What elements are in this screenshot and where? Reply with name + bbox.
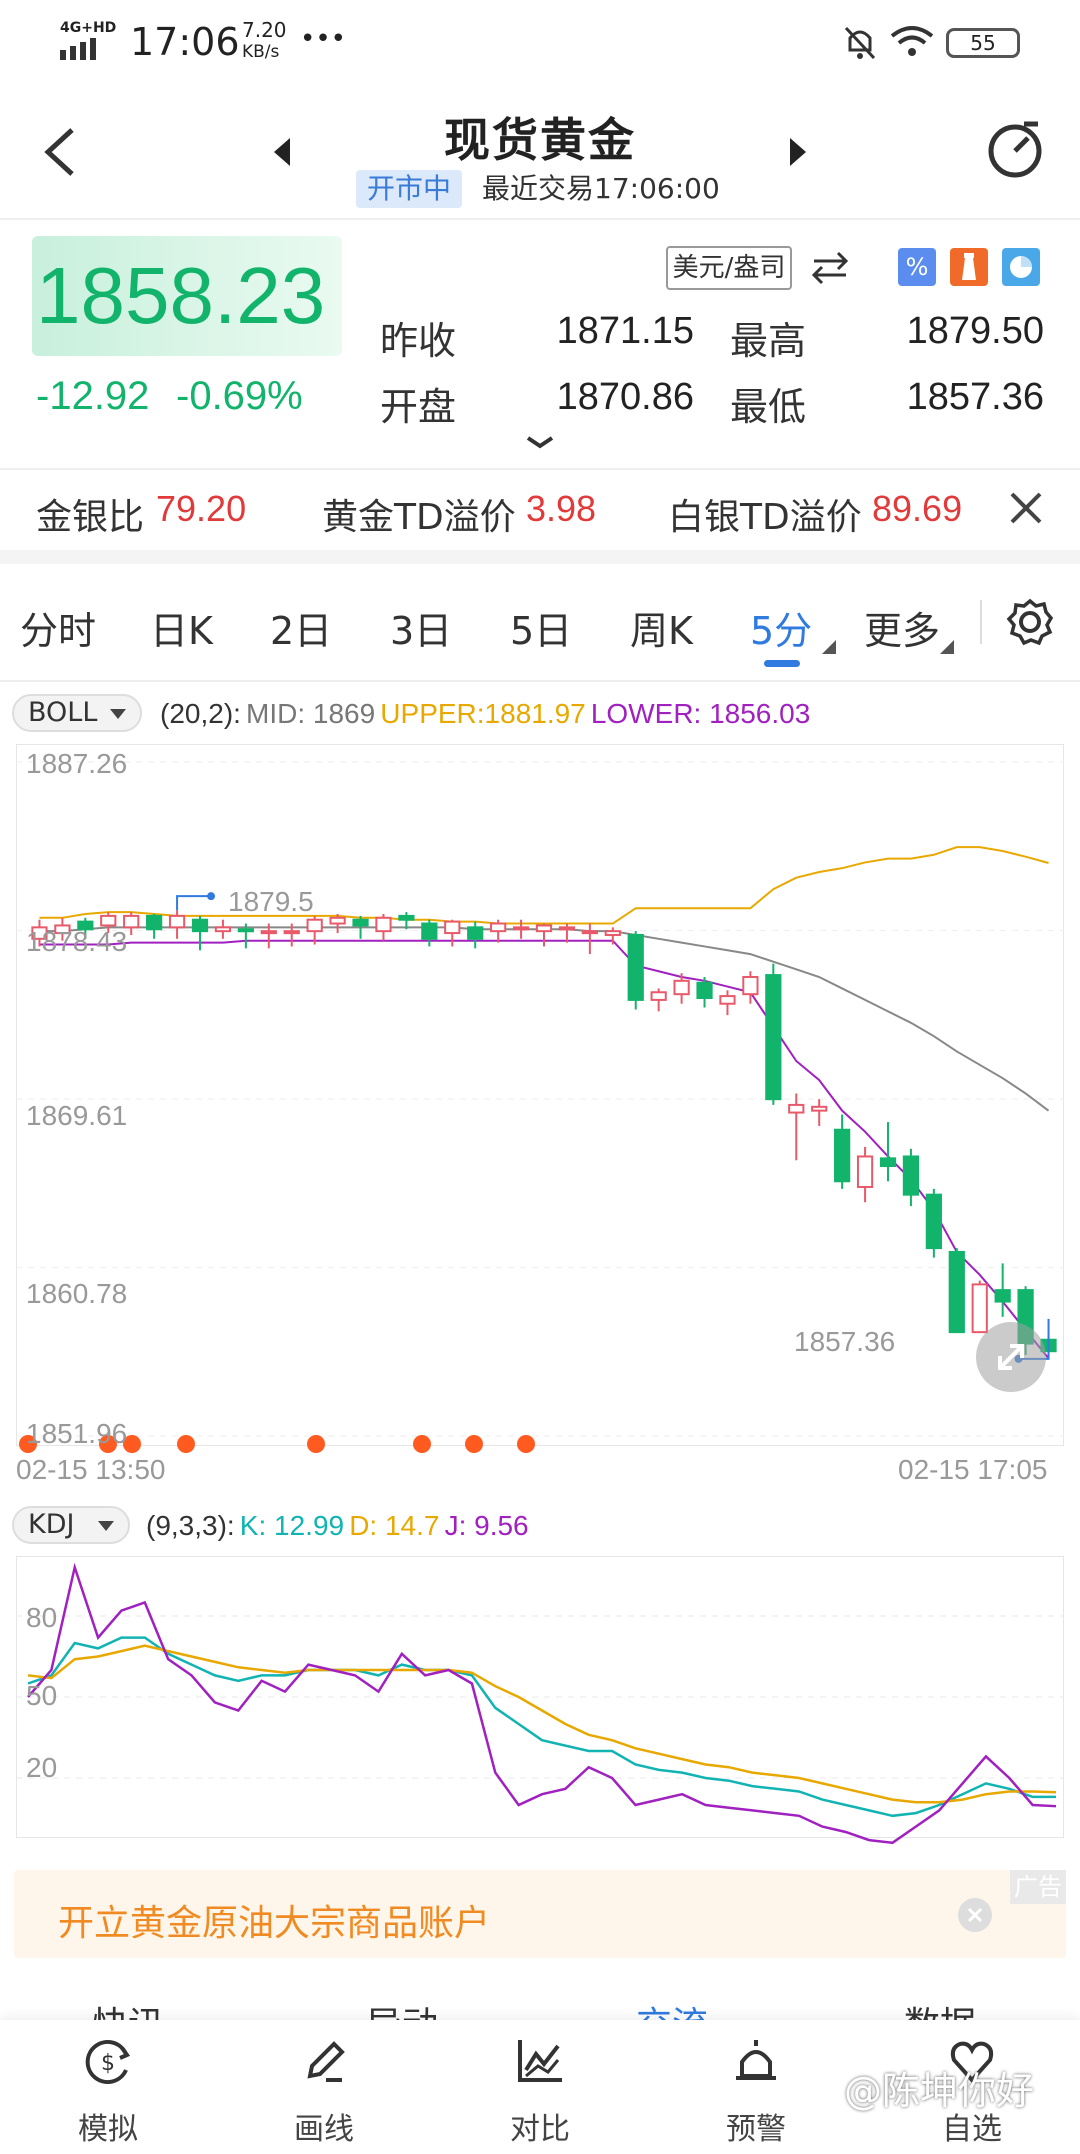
nav-simulate[interactable]: 模拟: [48, 2104, 168, 2148]
kdj-y-tick-label: 80: [26, 1602, 58, 1633]
nav-draw-line[interactable]: 画线: [264, 2104, 384, 2148]
nav-alert[interactable]: 预警: [696, 2104, 816, 2148]
kdj-chart[interactable]: [0, 0, 1080, 1860]
ad-close-icon[interactable]: [958, 1898, 992, 1932]
simulate-icon[interactable]: $: [82, 2036, 134, 2088]
svg-text:$: $: [101, 2051, 115, 2076]
nav-compare[interactable]: 对比: [480, 2104, 600, 2148]
watermark: @陈坤你好: [844, 2069, 1035, 2113]
kdj-y-tick-label: 20: [26, 1752, 58, 1783]
kdj-y-tick-label: 50: [26, 1680, 58, 1711]
alert-icon[interactable]: [730, 2036, 782, 2088]
draw-line-icon[interactable]: [298, 2036, 350, 2088]
kdj-k-line: [27, 1636, 1057, 1818]
ad-text[interactable]: 开立黄金原油大宗商品账户: [58, 1894, 490, 1946]
ad-tag: 广告: [1010, 1870, 1066, 1904]
compare-icon[interactable]: [514, 2036, 566, 2088]
